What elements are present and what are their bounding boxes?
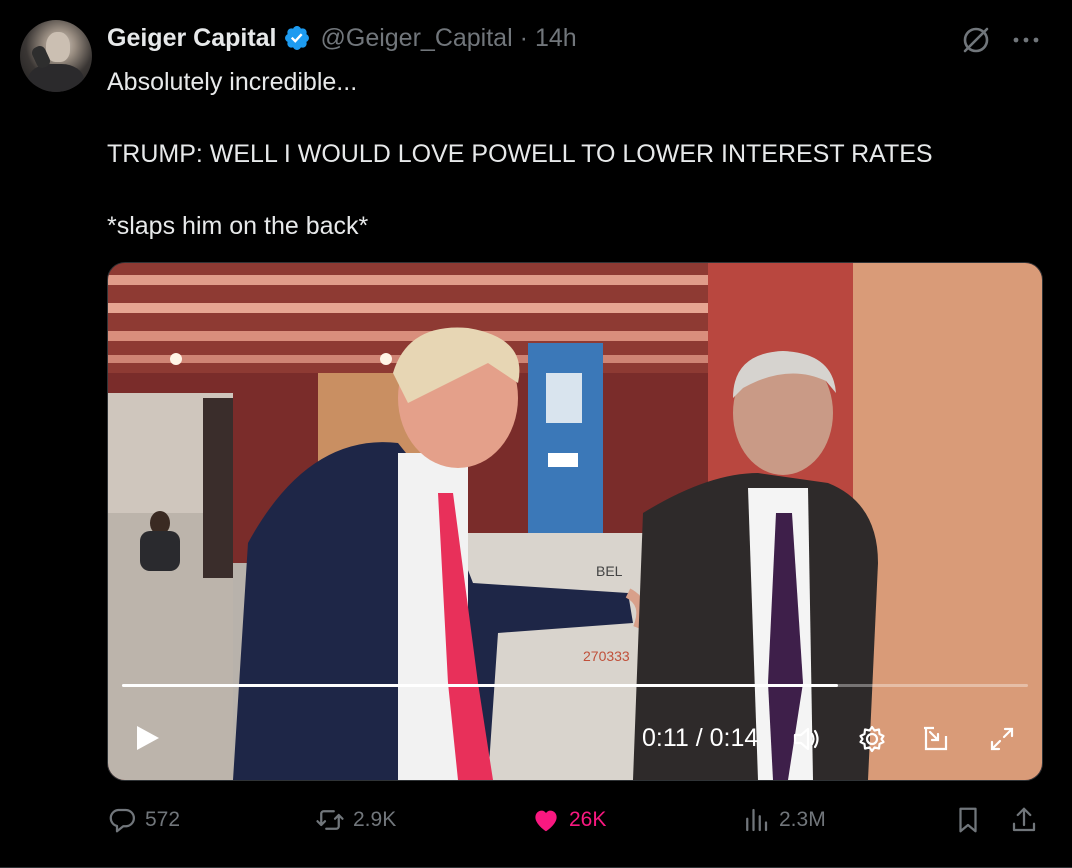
video-timecode: 0:11 / 0:14 bbox=[642, 724, 759, 752]
play-icon[interactable] bbox=[132, 723, 162, 753]
tweet-line-blank bbox=[107, 100, 1037, 136]
tweet-line-blank bbox=[107, 172, 1037, 208]
like-button[interactable]: 26K bbox=[531, 800, 606, 840]
bookmark-button[interactable] bbox=[953, 800, 991, 840]
share-icon bbox=[1012, 807, 1036, 832]
reply-button[interactable]: 572 bbox=[107, 800, 180, 840]
avatar[interactable] bbox=[20, 20, 92, 92]
fullscreen-icon[interactable] bbox=[986, 723, 1018, 755]
like-count: 26K bbox=[569, 808, 607, 831]
handle[interactable]: @Geiger_Capital bbox=[321, 24, 513, 53]
beam bbox=[108, 303, 708, 313]
timestamp[interactable]: 14h bbox=[535, 24, 577, 53]
tweet-header: Geiger Capital @Geiger_Capital · 14h bbox=[107, 22, 577, 54]
retweet-icon bbox=[316, 810, 344, 830]
views-button[interactable]: 2.3M bbox=[741, 800, 826, 840]
views-bar-icon bbox=[746, 808, 768, 832]
video-frame: BEL 270333 bbox=[108, 263, 1042, 780]
reply-icon bbox=[109, 808, 135, 833]
crate-number: 270333 bbox=[583, 648, 630, 664]
retweet-count: 2.9K bbox=[353, 808, 397, 831]
video-controls: 0:11 / 0:14 bbox=[108, 713, 1042, 763]
ceiling-light bbox=[380, 353, 392, 365]
plywood-panel bbox=[853, 263, 1042, 780]
tweet-text: Absolutely incredible... TRUMP: WELL I W… bbox=[107, 64, 1037, 244]
grok-icon[interactable] bbox=[960, 24, 992, 56]
avatar-suit bbox=[28, 64, 84, 92]
beam bbox=[108, 331, 708, 341]
tweet-line: TRUMP: WELL I WOULD LOVE POWELL TO LOWER… bbox=[107, 140, 933, 168]
more-options-icon[interactable] bbox=[1012, 24, 1040, 56]
video-player[interactable]: BEL 270333 0:11 / 0:14 bbox=[107, 262, 1043, 781]
share-button[interactable] bbox=[1009, 800, 1047, 840]
door-frame bbox=[203, 398, 233, 578]
separator-dot: · bbox=[519, 23, 528, 52]
tweet-line: *slaps him on the back* bbox=[107, 212, 369, 240]
crate-text: BEL bbox=[596, 563, 623, 579]
beam bbox=[108, 275, 708, 285]
display-name[interactable]: Geiger Capital bbox=[107, 24, 277, 53]
tweet-line: Absolutely incredible... bbox=[107, 68, 358, 96]
bookmark-icon bbox=[959, 807, 977, 833]
verified-badge-icon bbox=[284, 26, 309, 50]
reply-count: 572 bbox=[145, 808, 181, 831]
views-count: 2.3M bbox=[779, 808, 826, 831]
retweet-button[interactable]: 2.9K bbox=[315, 800, 396, 840]
tweet-card[interactable]: Geiger Capital @Geiger_Capital · 14h Abs… bbox=[0, 0, 1072, 868]
picture-in-picture-icon[interactable] bbox=[920, 723, 952, 755]
top-right-actions bbox=[960, 24, 1040, 56]
video-progress-bar[interactable] bbox=[122, 684, 1028, 687]
crouching-person-body bbox=[140, 531, 180, 571]
heart-icon bbox=[535, 810, 557, 832]
avatar-face bbox=[46, 32, 70, 62]
video-progress-fill bbox=[122, 684, 838, 687]
ceiling-light bbox=[170, 353, 182, 365]
settings-gear-icon[interactable] bbox=[856, 723, 888, 755]
blue-machine-panel bbox=[546, 373, 582, 423]
blue-machine-label bbox=[548, 453, 578, 467]
tweet-actions: 572 2.9K 26K 2.3M bbox=[107, 800, 1037, 840]
volume-icon[interactable] bbox=[790, 723, 822, 755]
